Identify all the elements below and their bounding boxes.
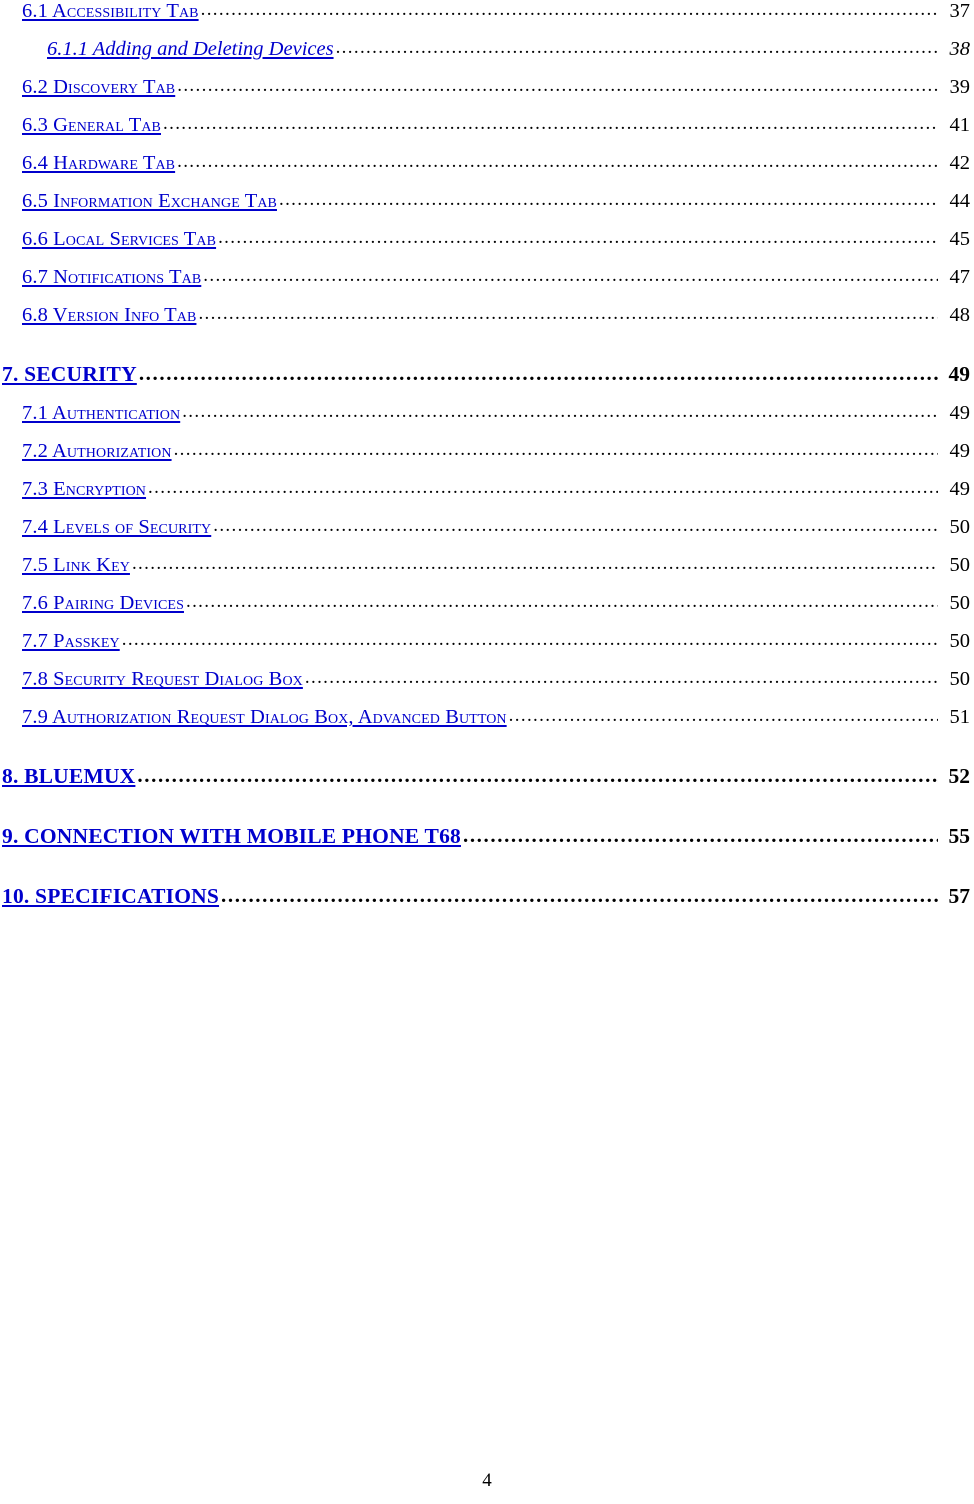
toc-dot-leader: ........................................…: [508, 706, 938, 726]
toc-dot-leader: ........................................…: [218, 228, 938, 248]
toc-entry[interactable]: 7.6 Pairing Devices.....................…: [0, 592, 974, 630]
toc-entry[interactable]: 6.6 Local Services Tab..................…: [0, 228, 974, 266]
toc-entry-title[interactable]: 8. BLUEMUX: [2, 764, 135, 789]
toc-dot-leader: ........................................…: [462, 824, 938, 847]
toc-dot-leader: ........................................…: [138, 362, 938, 385]
toc-entry-page-number: 41: [949, 114, 971, 136]
toc-dot-leader: ........................................…: [304, 668, 938, 688]
toc-entry[interactable]: 6.2 Discovery Tab.......................…: [0, 76, 974, 114]
toc-entry-page-number: 37: [949, 0, 971, 22]
toc-entry-title[interactable]: 7.4 Levels of Security: [22, 516, 211, 539]
toc-dot-leader: ........................................…: [131, 554, 938, 574]
table-of-contents: 6.1 Accessibility Tab...................…: [0, 0, 974, 924]
toc-entry-title[interactable]: 7.6 Pairing Devices: [22, 592, 184, 615]
toc-entry-title[interactable]: 7.5 Link Key: [22, 554, 130, 577]
toc-entry-title[interactable]: 6.6 Local Services Tab: [22, 228, 216, 251]
toc-dot-leader: ........................................…: [198, 304, 938, 324]
toc-dot-leader: ........................................…: [335, 38, 938, 58]
toc-entry[interactable]: 6.3 General Tab.........................…: [0, 114, 974, 152]
toc-entry[interactable]: 7.8 Security Request Dialog Box.........…: [0, 668, 974, 706]
toc-entry-page-number: 44: [949, 190, 971, 212]
toc-entry[interactable]: 7.2 Authorization.......................…: [0, 440, 974, 478]
toc-entry[interactable]: 7.1 Authentication......................…: [0, 402, 974, 440]
toc-entry-title[interactable]: 7.1 Authentication: [22, 402, 180, 425]
toc-entry-title[interactable]: 7.8 Security Request Dialog Box: [22, 668, 303, 691]
toc-entry[interactable]: 7.9 Authorization Request Dialog Box, Ad…: [0, 706, 974, 744]
toc-dot-leader: ........................................…: [182, 402, 938, 422]
toc-entry-page-number: 51: [949, 706, 971, 728]
toc-entry-title[interactable]: 6.4 Hardware Tab: [22, 152, 175, 175]
toc-entry-page-number: 42: [949, 152, 971, 174]
toc-entry-page-number: 50: [949, 668, 971, 690]
toc-entry[interactable]: 7.5 Link Key............................…: [0, 554, 974, 592]
toc-entry-page-number: 47: [949, 266, 971, 288]
toc-dot-leader: ........................................…: [177, 76, 938, 96]
page-footer-number: 4: [482, 1470, 492, 1491]
toc-dot-leader: ........................................…: [148, 478, 938, 498]
toc-dot-leader: ........................................…: [121, 630, 938, 650]
toc-entry-page-number: 50: [949, 516, 971, 538]
toc-dot-leader: ........................................…: [173, 440, 938, 460]
toc-entry-title[interactable]: 6.1.1 Adding and Deleting Devices: [47, 38, 334, 61]
toc-entry-title[interactable]: 10. SPECIFICATIONS: [2, 884, 219, 909]
toc-entry[interactable]: 7.3 Encryption..........................…: [0, 478, 974, 516]
toc-entry-title[interactable]: 6.7 Notifications Tab: [22, 266, 201, 289]
toc-entry[interactable]: 7. SECURITY.............................…: [0, 362, 974, 402]
toc-entry-page-number: 49: [949, 440, 971, 462]
toc-dot-leader: ........................................…: [137, 764, 938, 787]
toc-entry[interactable]: 6.1 Accessibility Tab...................…: [0, 0, 974, 38]
toc-entry-title[interactable]: 6.3 General Tab: [22, 114, 161, 137]
toc-entry[interactable]: 7.4 Levels of Security..................…: [0, 516, 974, 554]
toc-entry-page-number: 48: [949, 304, 971, 326]
toc-entry-title[interactable]: 6.2 Discovery Tab: [22, 76, 175, 99]
toc-entry-page-number: 50: [949, 592, 971, 614]
toc-entry[interactable]: 6.8 Version Info Tab....................…: [0, 304, 974, 342]
toc-entry-page-number: 50: [949, 630, 971, 652]
toc-entry-title[interactable]: 7.7 Passkey: [22, 630, 120, 653]
toc-dot-leader: ........................................…: [203, 266, 938, 286]
toc-dot-leader: ........................................…: [163, 114, 938, 134]
toc-entry-page-number: 38: [949, 38, 971, 60]
toc-entry-page-number: 45: [949, 228, 971, 250]
toc-entry-page-number: 55: [948, 824, 971, 848]
toc-entry-page-number: 50: [949, 554, 971, 576]
toc-dot-leader: ........................................…: [213, 516, 938, 536]
toc-entry[interactable]: 6.4 Hardware Tab........................…: [0, 152, 974, 190]
toc-entry-page-number: 49: [949, 402, 971, 424]
toc-entry-title[interactable]: 7.9 Authorization Request Dialog Box, Ad…: [22, 706, 507, 729]
toc-entry-page-number: 39: [949, 76, 971, 98]
toc-dot-leader: ........................................…: [185, 592, 938, 612]
toc-entry-page-number: 49: [949, 478, 971, 500]
toc-entry[interactable]: 10. SPECIFICATIONS......................…: [0, 884, 974, 924]
toc-entry-title[interactable]: 6.5 Information Exchange Tab: [22, 190, 277, 213]
toc-entry[interactable]: 6.5 Information Exchange Tab............…: [0, 190, 974, 228]
toc-entry-title[interactable]: 7. SECURITY: [2, 362, 137, 387]
toc-entry[interactable]: 6.1.1 Adding and Deleting Devices.......…: [0, 38, 974, 76]
toc-dot-leader: ........................................…: [200, 0, 938, 20]
toc-entry-page-number: 49: [948, 362, 971, 386]
toc-entry-title[interactable]: 7.2 Authorization: [22, 440, 172, 463]
toc-entry-title[interactable]: 9. CONNECTION WITH MOBILE PHONE T68: [2, 824, 461, 849]
toc-entry-page-number: 52: [948, 764, 971, 788]
toc-entry-page-number: 57: [948, 884, 971, 908]
toc-dot-leader: ........................................…: [221, 884, 938, 907]
toc-entry-title[interactable]: 6.1 Accessibility Tab: [22, 0, 199, 23]
toc-entry[interactable]: 6.7 Notifications Tab...................…: [0, 266, 974, 304]
toc-entry[interactable]: 9. CONNECTION WITH MOBILE PHONE T68.....…: [0, 824, 974, 864]
toc-dot-leader: ........................................…: [177, 152, 938, 172]
toc-entry[interactable]: 7.7 Passkey.............................…: [0, 630, 974, 668]
toc-dot-leader: ........................................…: [278, 190, 938, 210]
toc-entry[interactable]: 8. BLUEMUX..............................…: [0, 764, 974, 804]
toc-entry-title[interactable]: 7.3 Encryption: [22, 478, 146, 501]
toc-entry-title[interactable]: 6.8 Version Info Tab: [22, 304, 196, 327]
